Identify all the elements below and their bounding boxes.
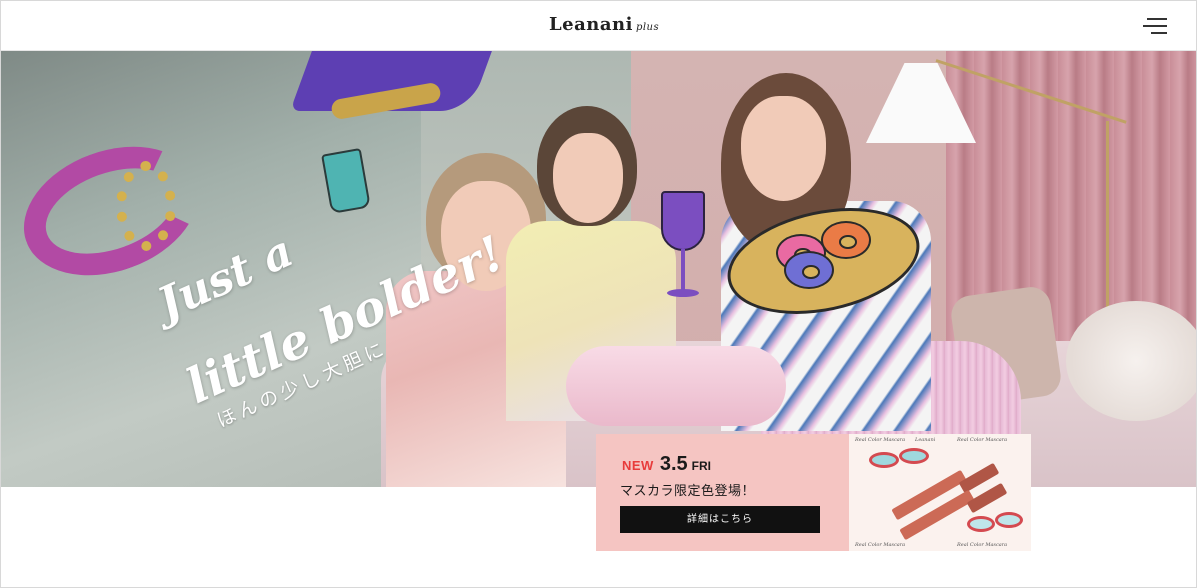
news-headline: NEW 3.5 FRI (622, 453, 711, 476)
product-brand-text: Leanani (915, 437, 936, 443)
brand-logo[interactable]: Leanani plus (549, 14, 659, 35)
purple-donut (784, 251, 834, 289)
menu-line (1143, 25, 1167, 27)
menu-line (1147, 18, 1167, 20)
news-title: マスカラ限定色登場！ (620, 484, 756, 499)
details-button[interactable]: 詳細はこちら (620, 506, 820, 533)
orange-donut (821, 221, 871, 259)
goblet-base (667, 289, 699, 297)
sunglasses-lens-icon (869, 452, 899, 468)
product-label-text: Real Color Mascara (855, 437, 906, 443)
purple-goblet-illustration (661, 191, 705, 301)
logo-sub-text: plus (635, 22, 660, 33)
goblet-cup (661, 191, 705, 251)
goblet-stem (681, 249, 685, 291)
logo-main-text: Leanani (549, 14, 633, 35)
model-center-face (553, 133, 623, 223)
news-banner[interactable]: NEW 3.5 FRI マスカラ限定色登場！ 詳細はこちら (596, 434, 849, 551)
product-label-text: Real Color Mascara (855, 542, 906, 548)
pink-velvet-pillow (566, 346, 786, 426)
hero-image: Just a little bolder! ほんの少し大胆に (1, 51, 1196, 487)
sunglasses-lens-icon (967, 516, 995, 532)
news-day-of-week: FRI (691, 459, 711, 473)
news-date: 3.5 (659, 453, 688, 475)
sunglasses-lens-icon (899, 448, 929, 464)
sunglasses-lens-icon (995, 512, 1023, 528)
cream-pillow (1066, 301, 1196, 421)
menu-line (1151, 32, 1167, 34)
product-label-text: Real Color Mascara (957, 542, 1008, 548)
model-right-face (741, 96, 826, 201)
product-image[interactable]: Real Color Mascara Leanani Real Color Ma… (849, 434, 1031, 551)
site-header: Leanani plus (1, 1, 1196, 51)
page-frame: Leanani plus Just a little bolder! ほんの少し… (0, 0, 1197, 588)
new-badge: NEW (622, 458, 654, 473)
product-label-text: Real Color Mascara (957, 437, 1008, 443)
hamburger-menu-icon[interactable] (1141, 16, 1167, 36)
gold-glitter-swirl (116, 161, 176, 251)
